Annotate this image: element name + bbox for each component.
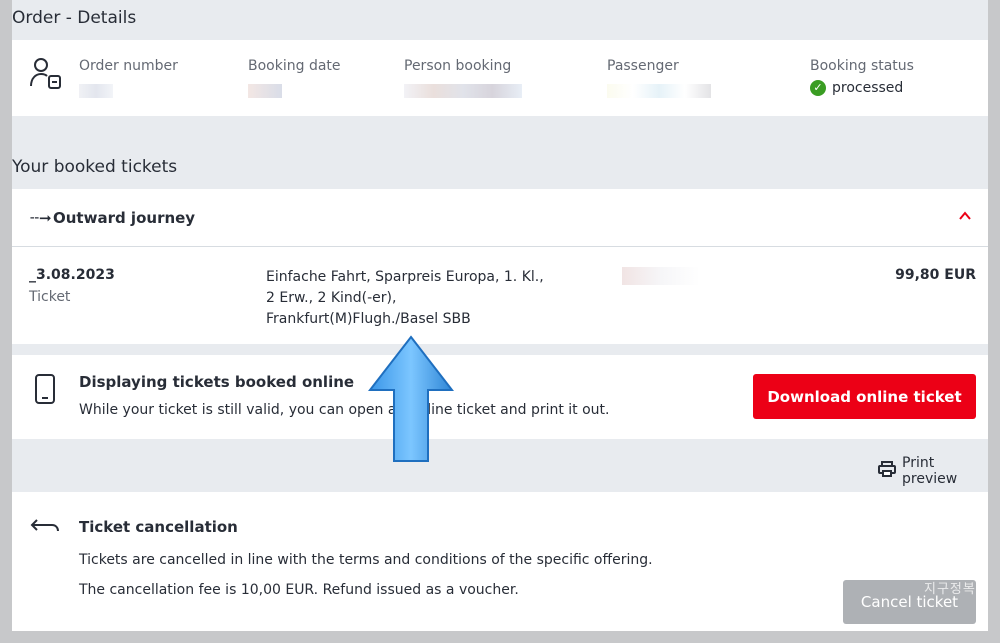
ticket-description-line: Frankfurt(M)Flugh./Basel SBB [266,311,471,327]
outward-journey-header[interactable]: ╌➞ Outward journey [12,189,988,247]
booking-date-field: Booking date [248,58,341,99]
chevron-up-icon[interactable] [958,208,972,227]
person-booking-field: Person booking [404,58,522,99]
return-arrow-icon [30,518,60,540]
journey-title: Outward journey [53,209,196,227]
check-circle-icon: ✓ [810,80,826,96]
download-online-ticket-button[interactable]: Download online ticket [753,374,976,419]
ticket-date: _3.08.2023 [29,267,115,283]
person-booking-redacted [404,83,522,98]
order-number-field: Order number [79,58,178,99]
smartphone-icon [34,374,56,408]
ticket-description-line: Einfache Fahrt, Sparpreis Europa, 1. Kl.… [266,269,544,285]
ticket-redacted [622,267,700,285]
person-ticket-icon [30,56,62,94]
booking-date-redacted [248,83,282,98]
print-preview-link[interactable]: Print preview [878,455,988,487]
order-number-redacted [79,83,113,98]
online-ticket-title: Displaying tickets booked online [79,373,355,391]
booking-status-value: processed [832,80,904,96]
booking-date-label: Booking date [248,58,341,74]
online-ticket-text: While your ticket is still valid, you ca… [79,402,610,418]
cancellation-fee-text: The cancellation fee is 10,00 EUR. Refun… [79,582,519,598]
ticket-row: _3.08.2023 Ticket Einfache Fahrt, Sparpr… [12,247,988,344]
ticket-price: 99,80 EUR [895,267,976,283]
watermark: 지구정복 [924,582,976,597]
ticket-description: Einfache Fahrt, Sparpreis Europa, 1. Kl.… [266,267,544,330]
page-title: Order - Details [12,8,137,28]
ticket-type-label: Ticket [29,289,71,305]
person-booking-label: Person booking [404,58,512,74]
printer-icon [878,461,896,481]
booking-status-field: Booking status ✓ processed [810,58,914,96]
arrow-right-icon: ╌➞ [30,209,52,227]
passenger-redacted [607,83,711,98]
tickets-heading: Your booked tickets [12,157,178,177]
print-preview-label: Print preview [902,455,958,487]
passenger-field: Passenger [607,58,711,99]
online-ticket-card: Displaying tickets booked online While y… [12,355,988,439]
order-details-page: Order - Details Order number Booking dat… [12,0,988,631]
cancellation-title: Ticket cancellation [79,518,238,536]
booking-status-label: Booking status [810,58,914,74]
up-arrow-icon [367,335,455,467]
ticket-description-line: 2 Erw., 2 Kind(-er), [266,290,397,306]
ticket-cancellation-card: Ticket cancellation Tickets are cancelle… [12,492,988,631]
order-number-label: Order number [79,58,178,74]
order-summary-card: Order number Booking date Person booking… [12,40,988,116]
cancellation-text: Tickets are cancelled in line with the t… [79,552,653,568]
passenger-label: Passenger [607,58,679,74]
